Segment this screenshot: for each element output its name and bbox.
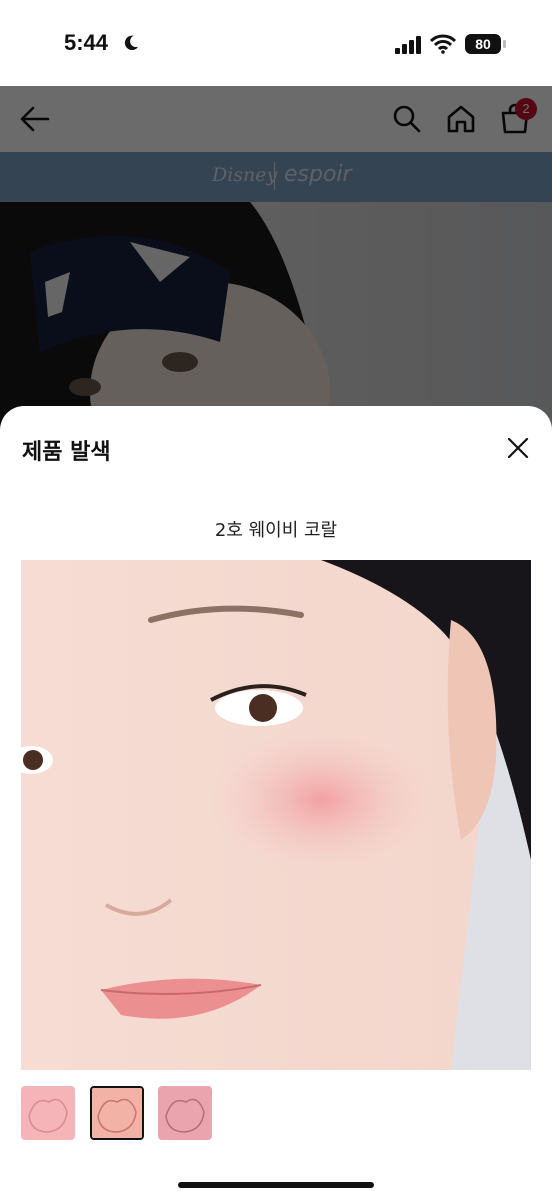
status-bar: 5:44 80 (0, 0, 552, 86)
close-icon[interactable] (506, 436, 530, 460)
status-time: 5:44 (64, 30, 109, 55)
battery-tip (503, 40, 506, 48)
wifi-icon (430, 34, 456, 54)
thumbnail-shade-1[interactable] (21, 1086, 75, 1140)
sheet-title: 제품 발색 (22, 440, 111, 465)
swatch-model-photo (21, 560, 531, 1070)
signal-icon (395, 36, 421, 54)
moon-icon (124, 35, 139, 51)
color-swatch-sheet: 제품 발색 2호 웨이비 코랄 (0, 406, 552, 1200)
thumbnail-shade-2[interactable] (90, 1086, 144, 1140)
battery-indicator: 80 (465, 34, 501, 54)
thumbnail-shade-3[interactable] (158, 1086, 212, 1140)
shade-name: 2호 웨이비 코랄 (214, 520, 338, 541)
home-indicator (178, 1182, 374, 1188)
